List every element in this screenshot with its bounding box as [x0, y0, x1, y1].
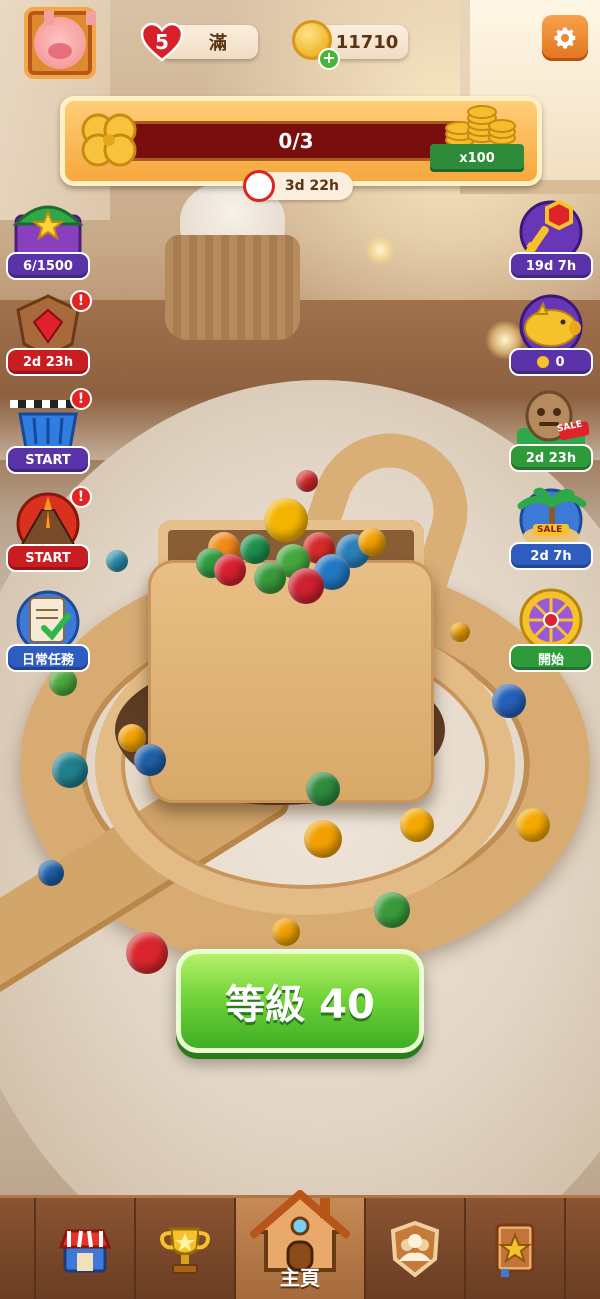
level-play-button[interactable]: 等級 40: [176, 949, 424, 1053]
key-icon: [519, 199, 583, 264]
marble: [492, 684, 526, 718]
gear-icon: [554, 27, 576, 49]
widget-island-sale[interactable]: SALE 2d 7h: [511, 486, 591, 568]
event-timer-text: 3d 22h: [284, 178, 339, 194]
event-progress-bar: 0/3: [128, 121, 464, 161]
widget-label: 2d 23h: [511, 446, 591, 470]
stopwatch-icon: [243, 170, 275, 202]
marble: [52, 752, 88, 788]
nav-edge: [0, 1198, 37, 1299]
add-coins-button[interactable]: +: [318, 48, 340, 70]
nav-collection[interactable]: [466, 1198, 566, 1299]
nav-shop[interactable]: [36, 1198, 137, 1299]
marble: [126, 932, 168, 974]
marble: [306, 772, 340, 806]
widget-label: 0: [511, 350, 591, 374]
alert-badge: !: [70, 486, 92, 508]
widget-race-basket[interactable]: ! START: [8, 388, 92, 472]
widget-label: 開始: [511, 646, 591, 670]
star-album-icon: [495, 1223, 535, 1277]
treasure-chest-icon: [12, 205, 84, 258]
marble: [49, 668, 77, 696]
widget-label: 6/1500: [8, 254, 88, 278]
widget-label: 2d 23h: [8, 350, 88, 374]
piggy-bank-amount: 0: [555, 354, 565, 370]
widget-volcano[interactable]: ! START: [8, 486, 92, 570]
widget-lucky-wheel[interactable]: 開始: [511, 588, 591, 670]
marble: [374, 892, 410, 928]
piggy-bank-icon: [519, 294, 583, 358]
shop-icon: [59, 1229, 112, 1272]
fairy-light: [365, 235, 395, 265]
lives-status: 滿: [209, 33, 227, 54]
marble: [214, 554, 246, 586]
wooden-ball-box: [148, 498, 434, 803]
team-icon: [390, 1220, 439, 1278]
event-progress-text: 0/3: [278, 129, 314, 153]
marble: [106, 550, 128, 572]
widget-ruby-shield[interactable]: ! 2d 23h: [8, 290, 92, 374]
marble: [304, 820, 342, 858]
checklist-icon: [16, 590, 80, 654]
pig-avatar-icon: [34, 11, 96, 69]
marble: [516, 808, 550, 842]
nav-home[interactable]: 主頁: [236, 1189, 366, 1299]
marble: [264, 498, 308, 542]
widget-treasure-chest[interactable]: 6/1500: [8, 196, 88, 278]
widget-sale-idol[interactable]: SALE 2d 23h: [511, 388, 591, 470]
marble: [38, 860, 64, 886]
widget-label: START: [8, 546, 88, 570]
player-avatar[interactable]: [24, 7, 96, 79]
alert-badge: !: [70, 388, 92, 410]
marble: [254, 562, 286, 594]
marble: [240, 534, 270, 564]
marble: [288, 568, 324, 604]
widget-label: 19d 7h: [511, 254, 591, 278]
settings-button[interactable]: [542, 15, 588, 61]
marble: [134, 744, 166, 776]
level-play-label: 等級 40: [225, 982, 375, 1028]
alert-badge: !: [70, 290, 92, 312]
widget-label: START: [8, 448, 88, 472]
clover-icon: [81, 113, 137, 167]
reward-amount: x100: [430, 144, 524, 172]
house-icon: [250, 1189, 350, 1272]
marble: [450, 622, 470, 642]
marble: [272, 918, 300, 946]
small-coin-icon: [537, 356, 550, 368]
lucky-wheel-icon: [519, 588, 583, 652]
coins-amount: 11710: [335, 31, 399, 53]
lives-count: 5: [155, 30, 169, 54]
trophy-icon: [160, 1227, 211, 1274]
widget-label: 2d 7h: [511, 544, 591, 568]
nav-home-label: 主頁: [280, 1266, 320, 1290]
basket: [165, 235, 300, 340]
marble: [358, 528, 386, 556]
nav-team[interactable]: [366, 1198, 466, 1299]
marble: [296, 470, 318, 492]
palm-island-icon: [517, 487, 587, 552]
lives-heart: 5: [140, 22, 184, 62]
widget-daily-tasks[interactable]: 日常任務: [8, 588, 88, 670]
widget-key[interactable]: 19d 7h: [511, 196, 591, 278]
widget-piggy-bank[interactable]: 0: [511, 292, 591, 374]
bottom-nav: 主頁: [0, 1189, 600, 1299]
nav-edge: [566, 1198, 600, 1299]
nav-trophy[interactable]: [136, 1198, 237, 1299]
sale-badge: SALE: [537, 525, 563, 535]
widget-label: 日常任務: [8, 646, 88, 670]
marble: [400, 808, 434, 842]
